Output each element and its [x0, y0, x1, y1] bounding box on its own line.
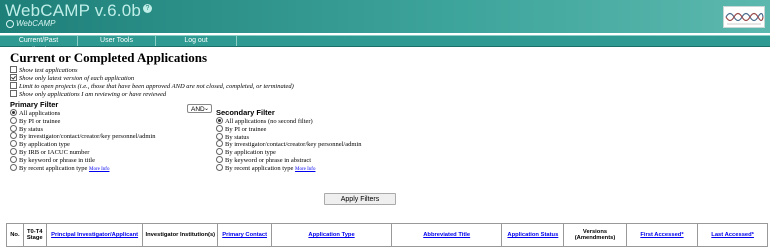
col-header-last-accessed[interactable]: Last Accessed* [697, 223, 768, 247]
radio[interactable] [10, 124, 17, 132]
applications-table: No. T0-T4 Stage Principal Investigator/A… [6, 223, 768, 247]
radio[interactable] [10, 132, 17, 140]
col-header-abbreviated-title[interactable]: Abbreviated Title [391, 223, 503, 247]
primary-option[interactable]: By status [10, 124, 155, 133]
primary-option[interactable]: By keyword or phrase in title [10, 155, 155, 164]
display-options: Show test applications Show only latest … [10, 66, 294, 98]
table-header-row: No. T0-T4 Stage Principal Investigator/A… [6, 223, 768, 247]
radio[interactable] [216, 148, 223, 156]
primary-option[interactable]: By IRB or IACUC number [10, 147, 155, 156]
primary-option[interactable]: By recent application type More Info [10, 163, 155, 172]
checkbox[interactable] [10, 90, 17, 97]
option-show-test[interactable]: Show test applications [10, 66, 294, 74]
more-info-link[interactable]: More Info [295, 167, 315, 172]
more-info-link[interactable]: More Info [89, 167, 109, 172]
radio[interactable] [216, 140, 223, 148]
secondary-filter-title: Secondary Filter [216, 108, 275, 117]
col-header-first-accessed[interactable]: First Accessed* [625, 223, 699, 247]
secondary-option[interactable]: By keyword or phrase in abstract [216, 155, 361, 164]
apply-filters-button[interactable]: Apply Filters [324, 193, 396, 205]
search-icon [6, 19, 14, 28]
secondary-option[interactable]: By status [216, 132, 361, 141]
secondary-option[interactable]: By recent application type More Info [216, 163, 361, 172]
checkbox[interactable] [10, 66, 17, 73]
col-header-no: No. [6, 223, 24, 247]
main-nav: Current/Past Applications User Tools Log… [0, 35, 770, 54]
radio[interactable] [216, 155, 223, 163]
col-header-application-type[interactable]: Application Type [271, 223, 393, 247]
institution-logo [723, 6, 765, 28]
filter-operator-select[interactable]: AND ⌄ [187, 104, 212, 113]
app-title: WebCAMP v.6.0b? [5, 2, 153, 20]
col-header-application-status[interactable]: Application Status [501, 223, 565, 247]
radio[interactable] [10, 163, 17, 171]
primary-option[interactable]: By investigator/contact/creator/key pers… [10, 132, 155, 140]
help-icon[interactable]: ? [143, 4, 153, 13]
secondary-option[interactable]: By investigator/contact/creator/key pers… [216, 140, 361, 148]
radio-selected[interactable] [10, 109, 17, 116]
primary-option[interactable]: By PI or trainee [10, 116, 155, 125]
option-reviewing[interactable]: Show only applications I am reviewing or… [10, 90, 294, 98]
app-subtitle: WebCAMP [6, 19, 55, 29]
primary-filter-options: All applications By PI or trainee By sta… [10, 109, 155, 172]
chevron-down-icon: ⌄ [203, 106, 209, 112]
radio[interactable] [216, 163, 223, 171]
col-header-pi[interactable]: Principal Investigator/Applicant [45, 223, 144, 247]
radio[interactable] [10, 147, 17, 155]
col-header-versions: Versions (Amendments) [563, 223, 627, 247]
radio[interactable] [10, 116, 17, 124]
checkbox-checked[interactable] [10, 74, 17, 81]
secondary-option[interactable]: All applications (no second filter) [216, 117, 361, 125]
radio[interactable] [10, 140, 17, 148]
radio[interactable] [216, 124, 223, 132]
radio-selected[interactable] [216, 117, 223, 124]
app-header: WebCAMP v.6.0b? WebCAMP [0, 0, 770, 33]
option-limit-open[interactable]: Limit to open projects (i.e., those that… [10, 82, 294, 90]
nav-log-out[interactable]: Log out [156, 36, 237, 46]
radio[interactable] [10, 155, 17, 163]
primary-option[interactable]: All applications [10, 109, 155, 117]
nav-user-tools[interactable]: User Tools [78, 36, 156, 46]
col-header-stage: T0-T4 Stage [22, 223, 47, 247]
checkbox[interactable] [10, 82, 17, 89]
primary-filter-title: Primary Filter [10, 100, 59, 109]
radio[interactable] [216, 132, 223, 140]
secondary-option[interactable]: By PI or trainee [216, 124, 361, 133]
nav-current-past-applications[interactable]: Current/Past Applications [0, 36, 78, 54]
secondary-option[interactable]: By application type [216, 148, 361, 156]
col-header-institution: Investigator Institution(s) [142, 223, 219, 247]
page-title: Current or Completed Applications [10, 50, 208, 65]
option-latest-version[interactable]: Show only latest version of each applica… [10, 74, 294, 82]
primary-option[interactable]: By application type [10, 140, 155, 148]
col-header-primary-contact[interactable]: Primary Contact [217, 223, 273, 247]
secondary-filter-options: All applications (no second filter) By P… [216, 117, 361, 172]
